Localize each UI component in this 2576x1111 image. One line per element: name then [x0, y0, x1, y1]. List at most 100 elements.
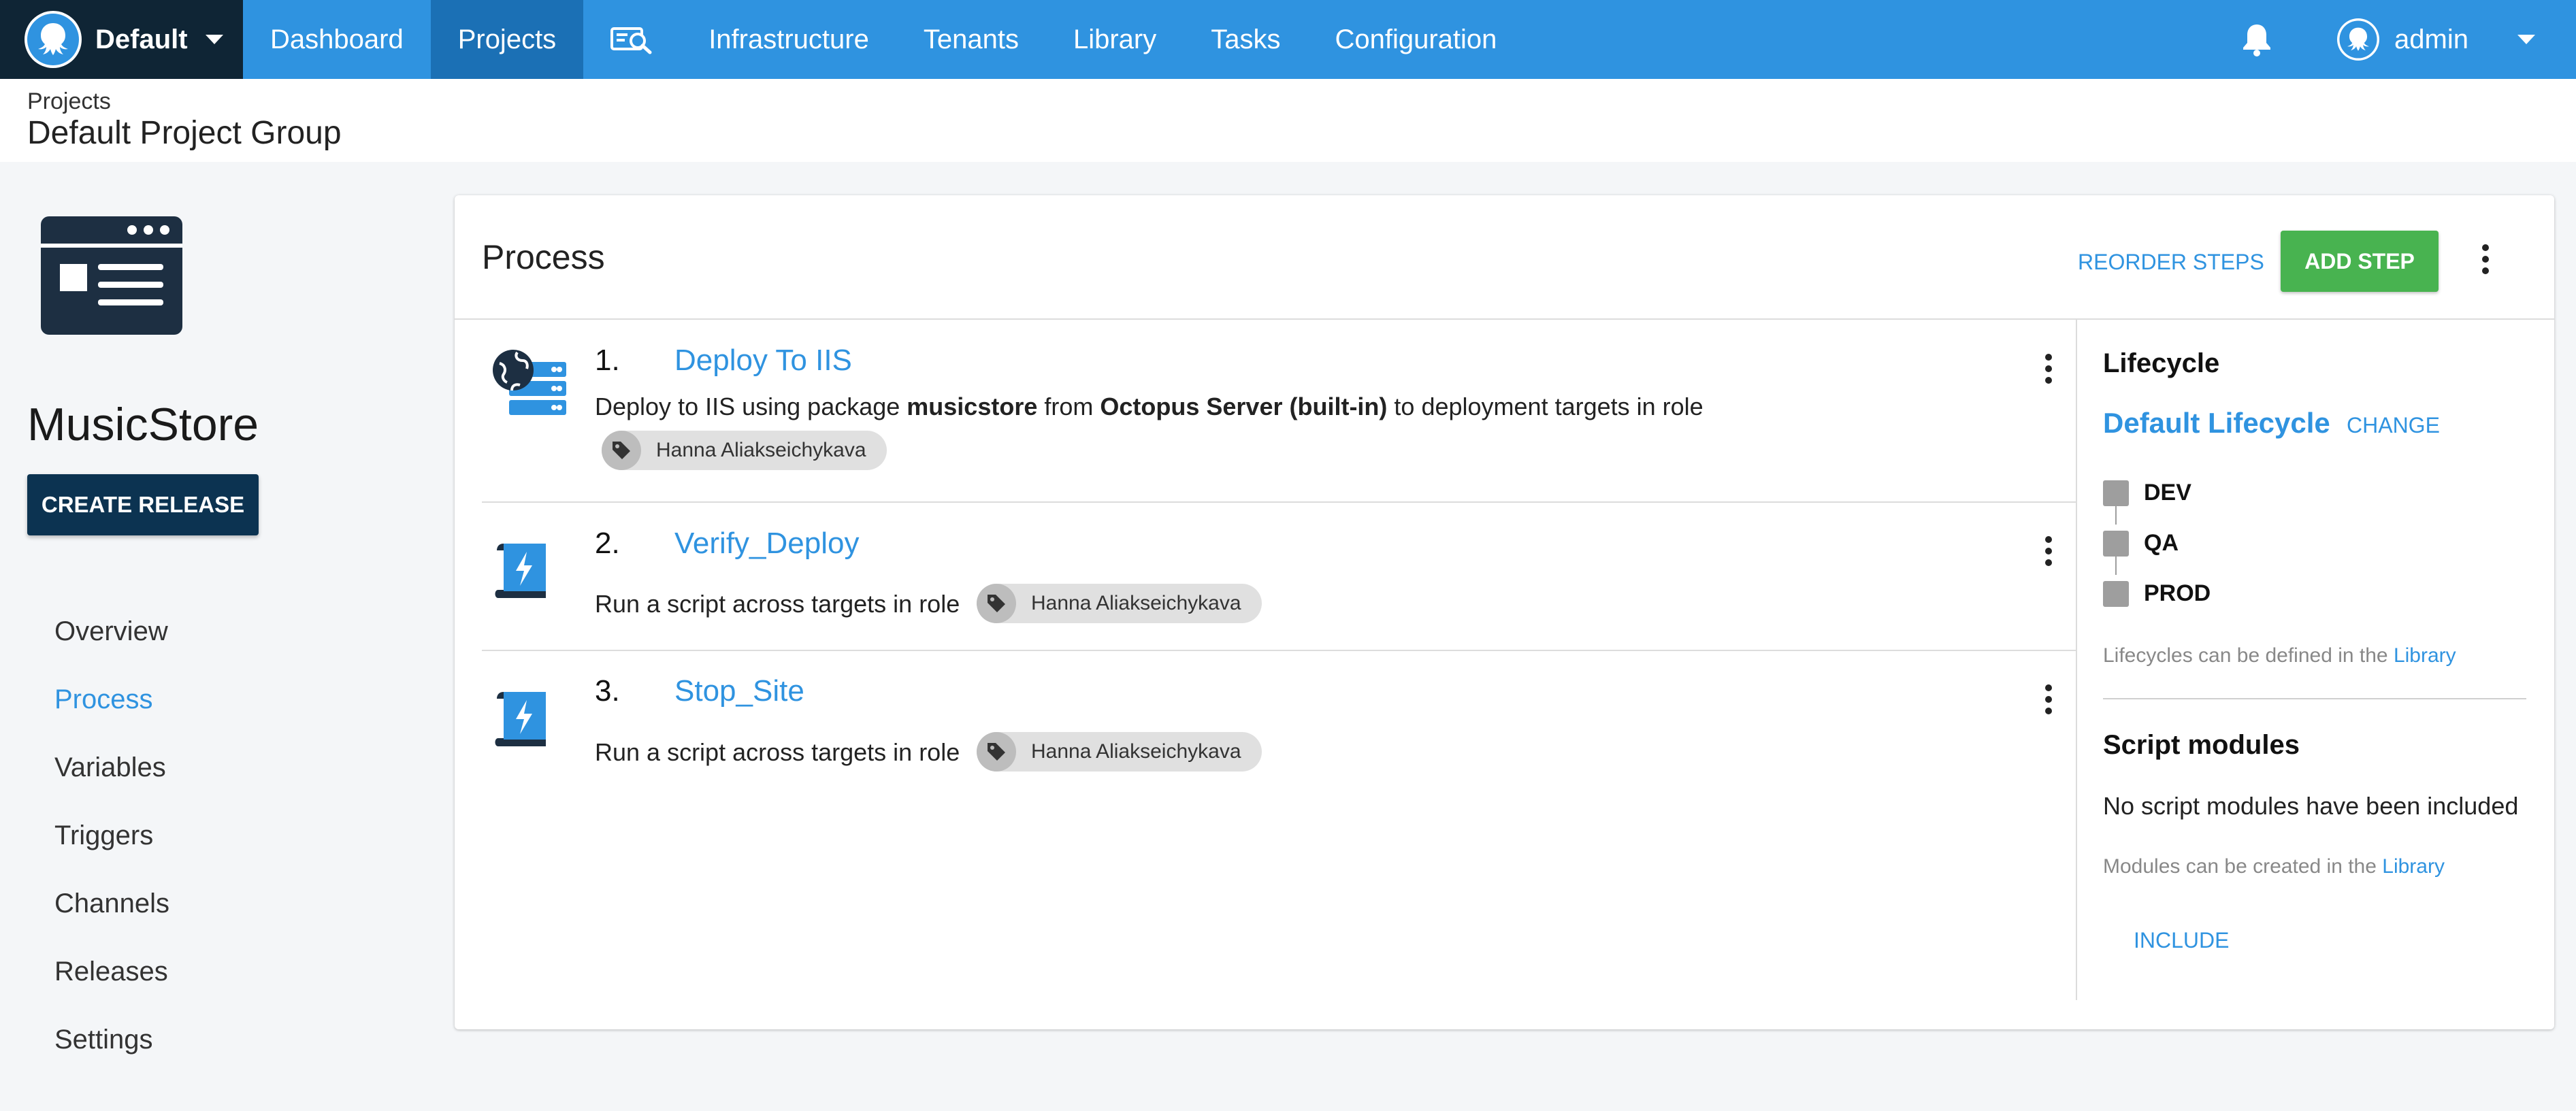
panel-divider — [2076, 320, 2077, 1000]
role-chip: Hanna Aliakseichykava — [977, 584, 1262, 623]
phase-qa: QA — [2103, 530, 2179, 557]
space-switcher[interactable]: Default — [0, 0, 243, 79]
desc-text: to deployment targets in role — [1387, 393, 1703, 420]
role-label: Hanna Aliakseichykava — [1031, 740, 1241, 763]
script-icon — [491, 685, 557, 754]
nav-tenants[interactable]: Tenants — [896, 0, 1046, 79]
package-name: musicstore — [907, 393, 1038, 420]
nav-infrastructure[interactable]: Infrastructure — [681, 0, 896, 79]
lifecycle-name-link[interactable]: Default Lifecycle — [2103, 407, 2330, 440]
step-more-icon[interactable] — [2035, 679, 2062, 720]
step-name-link[interactable]: Stop_Site — [674, 674, 804, 708]
script-modules-hint: Modules can be created in the Library — [2103, 855, 2445, 878]
phase-status-icon — [2103, 580, 2129, 607]
tag-icon — [977, 732, 1016, 772]
phase-label: PROD — [2144, 580, 2211, 606]
step-row: 3. Stop_Site Run a script across targets… — [482, 651, 2076, 801]
step-number: 2. — [595, 527, 620, 560]
project-name: MusicStore — [27, 399, 259, 450]
nav-dashboard[interactable]: Dashboard — [243, 0, 431, 79]
step-more-icon[interactable] — [2035, 531, 2062, 571]
phase-label: QA — [2144, 530, 2179, 556]
chevron-down-icon — [2517, 35, 2535, 44]
nav-library[interactable]: Library — [1046, 0, 1184, 79]
step-row: 1. Deploy To IIS Deploy to IIS using pac… — [482, 320, 2076, 503]
script-modules-empty: No script modules have been included — [2103, 792, 2519, 820]
change-lifecycle-button[interactable]: CHANGE — [2347, 413, 2440, 438]
lifecycle-hint: Lifecycles can be defined in the Library — [2103, 644, 2456, 667]
sidenav-releases[interactable]: Releases — [54, 938, 168, 1006]
hint-text: Modules can be created in the — [2103, 855, 2383, 878]
script-icon — [491, 537, 557, 606]
reorder-steps-button[interactable]: REORDER STEPS — [2078, 250, 2264, 275]
process-title: Process — [482, 238, 605, 276]
script-modules-title: Script modules — [2103, 730, 2300, 760]
page-header: Projects Default Project Group — [0, 79, 2576, 162]
lifecycle-title: Lifecycle — [2103, 348, 2220, 378]
role-label: Hanna Aliakseichykava — [656, 439, 866, 461]
step-number: 1. — [595, 344, 620, 377]
step-description: Run a script across targets in role — [595, 590, 960, 618]
feed-name: Octopus Server (built-in) — [1100, 393, 1388, 420]
phase-dev: DEV — [2103, 480, 2191, 506]
include-button[interactable]: INCLUDE — [2134, 928, 2229, 953]
nav-configuration[interactable]: Configuration — [1307, 0, 1524, 79]
user-menu[interactable]: admin — [2296, 0, 2576, 79]
nav-label: Tasks — [1211, 24, 1281, 54]
role-label: Hanna Aliakseichykava — [1031, 592, 1241, 614]
notifications-button[interactable] — [2217, 0, 2296, 79]
nav-label: Infrastructure — [708, 24, 869, 54]
nav-projects[interactable]: Projects — [430, 0, 584, 79]
bell-icon — [2243, 24, 2271, 56]
panel-section-divider — [2103, 698, 2526, 699]
chevron-down-icon — [205, 35, 223, 44]
space-name: Default — [95, 24, 188, 54]
phase-status-icon — [2103, 480, 2129, 506]
search-icon — [610, 27, 652, 54]
phase-prod: PROD — [2103, 580, 2211, 607]
step-description: Run a script across targets in role — [595, 738, 960, 766]
sidenav-triggers[interactable]: Triggers — [54, 801, 153, 869]
nav-label: Library — [1073, 24, 1157, 54]
page-title: Default Project Group — [27, 115, 342, 151]
library-link[interactable]: Library — [2382, 855, 2445, 878]
step-description: Deploy to IIS using package musicstore f… — [595, 393, 1703, 421]
hint-text: Lifecycles can be defined in the — [2103, 644, 2394, 667]
breadcrumb-projects[interactable]: Projects — [27, 88, 111, 115]
top-navigation: Default Dashboard Projects Infrastructur… — [0, 0, 2576, 79]
nav-label: Projects — [457, 24, 557, 54]
nav-tasks[interactable]: Tasks — [1184, 0, 1307, 79]
step-name-link[interactable]: Deploy To IIS — [674, 344, 852, 378]
more-options-icon[interactable] — [2472, 239, 2499, 280]
library-link[interactable]: Library — [2394, 644, 2456, 667]
project-logo-icon — [41, 216, 182, 338]
phase-label: DEV — [2144, 480, 2191, 505]
sidenav-channels[interactable]: Channels — [54, 869, 169, 938]
desc-text: Deploy to IIS using package — [595, 393, 907, 420]
step-more-icon[interactable] — [2035, 348, 2062, 389]
sidenav-settings[interactable]: Settings — [54, 1006, 153, 1074]
desc-text: from — [1037, 393, 1100, 420]
tag-icon — [977, 584, 1016, 623]
nav-label: Configuration — [1335, 24, 1497, 54]
nav-label: Tenants — [923, 24, 1019, 54]
step-name-link[interactable]: Verify_Deploy — [674, 527, 859, 561]
sidenav-overview[interactable]: Overview — [54, 597, 168, 665]
tag-icon — [602, 431, 641, 470]
octopus-logo-icon — [25, 11, 82, 68]
add-step-button[interactable]: ADD STEP — [2281, 231, 2439, 292]
user-avatar-icon — [2337, 18, 2380, 61]
nav-search[interactable] — [583, 0, 681, 79]
phase-status-icon — [2103, 530, 2129, 557]
process-card: Process REORDER STEPS ADD STEP 1. Deploy… — [455, 195, 2554, 1029]
step-row: 2. Verify_Deploy Run a script across tar… — [482, 503, 2076, 651]
sidenav-variables[interactable]: Variables — [54, 733, 166, 801]
sidenav-process[interactable]: Process — [54, 665, 153, 733]
step-number: 3. — [595, 674, 620, 708]
create-release-button[interactable]: CREATE RELEASE — [27, 474, 259, 535]
username: admin — [2394, 24, 2468, 54]
nav-label: Dashboard — [270, 24, 404, 54]
iis-server-icon — [491, 348, 566, 418]
role-chip: Hanna Aliakseichykava — [977, 732, 1262, 772]
